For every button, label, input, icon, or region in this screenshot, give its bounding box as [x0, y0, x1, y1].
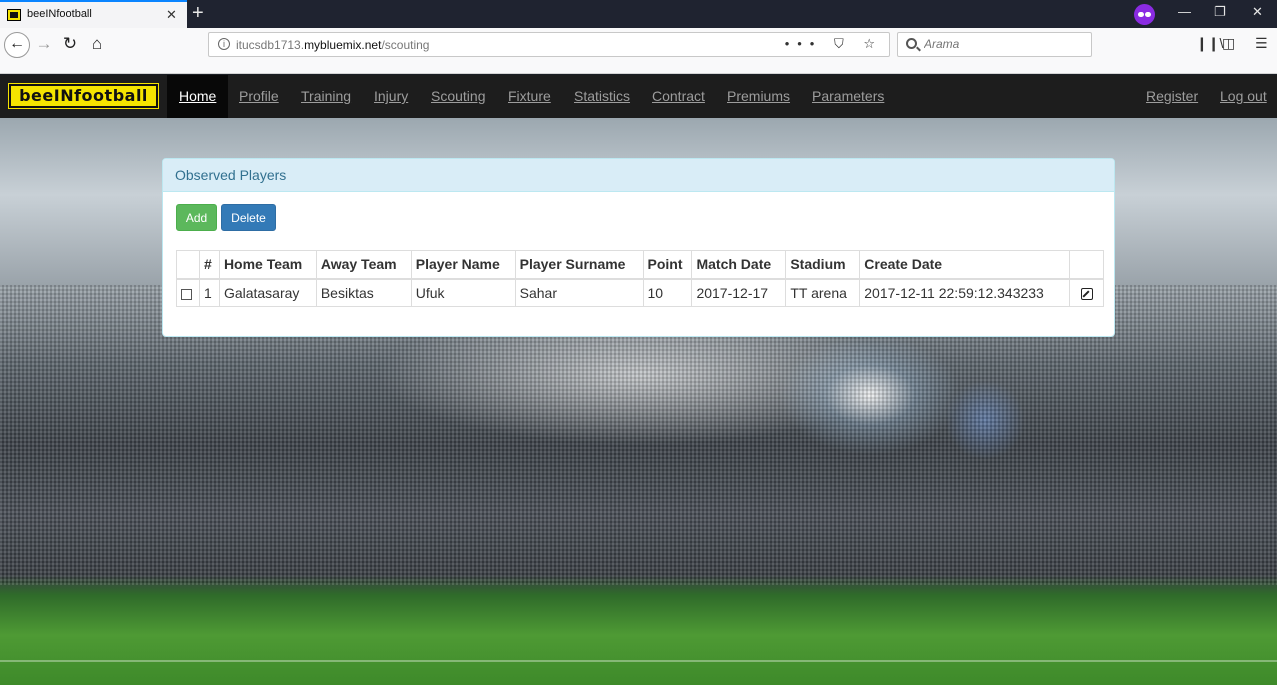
site-navbar: beeINfootball Home Profile Training Inju… [0, 75, 1277, 118]
home-icon[interactable]: ⌂ [85, 28, 109, 60]
nav-contract[interactable]: Contract [652, 75, 705, 118]
home-team-cell: Galatasaray [218, 278, 317, 307]
address-bar[interactable]: i itucsdb1713.mybluemix.net/scouting •••… [208, 32, 890, 57]
library-icon[interactable]: ❙❙\ [1196, 35, 1223, 52]
nav-register[interactable]: Register [1146, 75, 1198, 118]
observed-players-panel: Observed Players Add Delete # Home Team … [162, 158, 1115, 337]
away-team-cell: Besiktas [315, 278, 412, 307]
add-button[interactable]: Add [176, 204, 217, 231]
tab-close-icon[interactable]: ✕ [166, 7, 177, 23]
match-date-cell: 2017-12-17 [691, 278, 787, 307]
nav-home[interactable]: Home [167, 75, 229, 118]
nav-logout[interactable]: Log out [1220, 75, 1267, 118]
table-row: 1 Galatasaray Besiktas Ufuk Sahar 10 201… [176, 278, 1104, 307]
panel-title: Observed Players [163, 159, 1114, 192]
column-header-create-date: Create Date [859, 250, 1071, 280]
nav-fixture[interactable]: Fixture [508, 75, 551, 118]
back-arrow-icon[interactable]: ← [4, 32, 30, 58]
column-header-player-name: Player Name [410, 250, 516, 280]
nav-scouting[interactable]: Scouting [431, 75, 485, 118]
edit-cell [1069, 278, 1104, 307]
minimize-window-button[interactable]: — [1178, 4, 1191, 19]
stadium-cell: TT arena [785, 278, 861, 307]
player-name-cell: Ufuk [410, 278, 516, 307]
column-header-away-team: Away Team [315, 250, 412, 280]
site-logo[interactable]: beeINfootball [8, 83, 159, 109]
column-header-player-surname: Player Surname [514, 250, 644, 280]
nav-parameters[interactable]: Parameters [812, 75, 884, 118]
row-number: 1 [198, 278, 220, 307]
menu-hamburger-icon[interactable]: ☰ [1255, 35, 1268, 52]
search-icon [906, 38, 917, 49]
new-tab-button[interactable]: + [192, 2, 204, 24]
table-header-row: # Home Team Away Team Player Name Player… [176, 250, 1104, 280]
nav-profile[interactable]: Profile [239, 75, 279, 118]
reload-icon[interactable]: ↻ [58, 28, 82, 60]
tab-title: beeINfootball [27, 8, 92, 20]
column-header-point: Point [642, 250, 693, 280]
nav-premiums[interactable]: Premiums [727, 75, 790, 118]
browser-toolbar: ← → ↻ ⌂ i itucsdb1713.mybluemix.net/scou… [0, 28, 1277, 74]
edit-icon[interactable] [1080, 288, 1093, 301]
row-select-checkbox[interactable] [181, 288, 192, 300]
site-favicon-icon [7, 9, 21, 21]
row-select-cell [176, 278, 200, 307]
search-input[interactable] [924, 37, 1084, 51]
search-box[interactable] [897, 32, 1092, 57]
point-cell: 10 [642, 278, 693, 307]
browser-tab[interactable]: beeINfootball ✕ [0, 0, 187, 28]
browser-tab-strip: beeINfootball ✕ + — ❐ ✕ [0, 0, 1277, 28]
column-header-stadium: Stadium [785, 250, 861, 280]
restore-window-button[interactable]: ❐ [1214, 4, 1226, 20]
column-header-number: # [198, 250, 220, 280]
player-surname-cell: Sahar [514, 278, 644, 307]
column-header-match-date: Match Date [691, 250, 787, 280]
page-actions-icons[interactable]: ••• ⛉ ☆ [785, 36, 883, 52]
nav-training[interactable]: Training [301, 75, 351, 118]
pitch-background [0, 660, 1277, 662]
page-viewport: beeINfootball Home Profile Training Inju… [0, 75, 1277, 685]
site-info-icon[interactable]: i [218, 38, 230, 50]
column-header-home-team: Home Team [218, 250, 317, 280]
create-date-cell: 2017-12-11 22:59:12.343233 [859, 278, 1071, 307]
nav-statistics[interactable]: Statistics [574, 75, 630, 118]
delete-button[interactable]: Delete [221, 204, 276, 231]
players-table: # Home Team Away Team Player Name Player… [176, 250, 1104, 307]
url-text[interactable]: itucsdb1713.mybluemix.net/scouting [236, 38, 429, 52]
nav-injury[interactable]: Injury [374, 75, 408, 118]
close-window-button[interactable]: ✕ [1252, 4, 1263, 20]
column-header-edit [1069, 250, 1104, 280]
sidebar-icon[interactable]: ◫ [1222, 35, 1235, 52]
forward-arrow-icon[interactable]: → [32, 28, 56, 60]
column-header-select [176, 250, 200, 280]
private-browsing-icon [1134, 4, 1155, 25]
